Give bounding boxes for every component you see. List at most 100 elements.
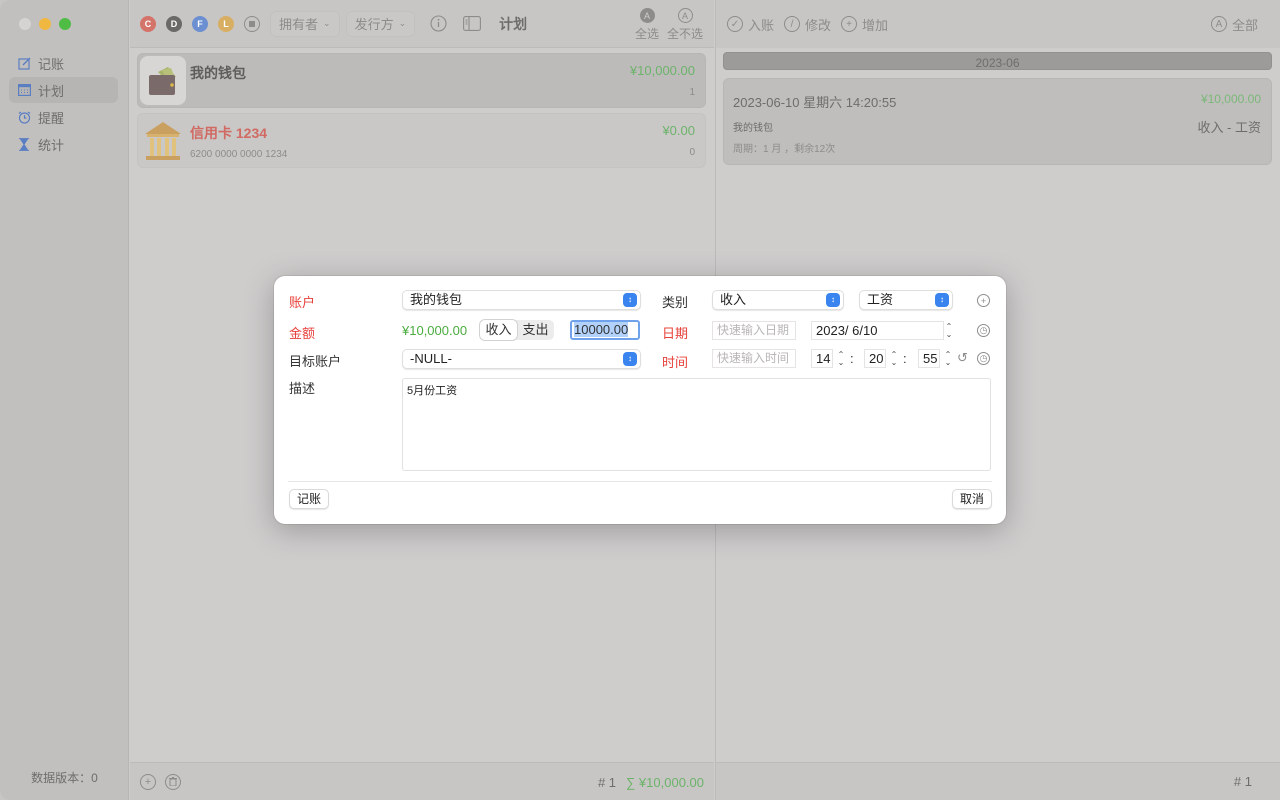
accounts-toolbar: C D F L 拥有者 ⌄ 发行方 ⌄ 计划 A 全选 A 全不选	[130, 0, 714, 48]
chevron-down-icon: ⌄	[398, 18, 407, 28]
amount-input[interactable]: 10000.00	[570, 320, 640, 340]
sidebar: 记账 计划 提醒 统计 数据版本：0	[0, 0, 129, 800]
sidebar-nav: 记账 计划 提醒 统计	[9, 50, 118, 158]
reset-time-icon[interactable]: ↺	[957, 350, 968, 366]
amount-label: 金额	[289, 326, 316, 341]
edit-icon	[17, 56, 31, 70]
record-period: 周期：1 月 ，剩余12次	[733, 144, 836, 155]
sidebar-item-plan[interactable]: 计划	[9, 77, 118, 103]
description-textarea[interactable]: 5月份工资	[402, 378, 991, 471]
data-version: 数据版本：0	[31, 771, 98, 785]
trash-icon[interactable]	[165, 773, 181, 790]
sidebar-item-reminder[interactable]: 提醒	[9, 104, 118, 130]
show-all-button[interactable]: A 全部	[1210, 15, 1258, 34]
date-field[interactable]: 2023/ 6/10	[811, 321, 944, 340]
quick-time-input[interactable]: 快速输入时间	[712, 349, 796, 368]
stop-icon	[249, 20, 255, 27]
category-sub-select[interactable]: 工资 ↕	[859, 290, 953, 310]
accounts-footer: + # 1 ∑ ¥10,000.00	[130, 762, 714, 800]
plan-edit-dialog: 账户 我的钱包 ↕ 类别 收入 ↕ 工资 ↕ + 金额 ¥10,000.00 收…	[274, 276, 1006, 524]
sidebar-toggle-icon[interactable]	[463, 15, 482, 33]
maximize-window-button[interactable]	[59, 18, 71, 30]
filter-l-button[interactable]: L	[218, 15, 234, 32]
date-stepper[interactable]: ⌃ ⌄	[944, 321, 954, 340]
close-window-button[interactable]	[19, 18, 31, 30]
hour-stepper[interactable]: ⌃ ⌄	[836, 349, 846, 368]
owner-dropdown[interactable]: 拥有者 ⌄	[270, 10, 340, 37]
target-account-value: -NULL-	[410, 351, 452, 366]
accounts-summary: # 1 ∑ ¥10,000.00	[598, 763, 704, 800]
post-label: 入账	[748, 17, 775, 33]
amount-display: ¥10,000.00	[402, 323, 468, 338]
cancel-button[interactable]: 取消	[951, 489, 992, 509]
month-header: 2023-06	[723, 52, 1272, 70]
select-none-icon: A	[677, 8, 693, 23]
select-all-label: 全选	[635, 27, 660, 41]
minimize-window-button[interactable]	[39, 18, 51, 30]
plus-icon: +	[841, 16, 858, 32]
sidebar-item-label: 提醒	[38, 110, 65, 126]
sidebar-item-bookkeeping[interactable]: 记账	[9, 50, 118, 76]
target-account-select[interactable]: -NULL- ↕	[402, 349, 641, 369]
add-button[interactable]: + 增加	[841, 15, 888, 34]
alarm-icon	[17, 110, 31, 124]
income-segment[interactable]: 收入	[480, 320, 517, 340]
stop-filter-button[interactable]	[244, 15, 260, 32]
updown-chevron-icon: ↕	[623, 352, 637, 366]
record-account: 我的钱包	[733, 123, 773, 134]
add-account-icon[interactable]: +	[140, 773, 156, 790]
record-category: 收入 - 工资	[1197, 120, 1261, 135]
issuer-dropdown-label: 发行方	[354, 17, 394, 32]
post-button[interactable]: ✓ 入账	[727, 15, 774, 34]
edit-button[interactable]: / 修改	[784, 15, 831, 34]
updown-chevron-icon: ↕	[826, 293, 840, 307]
account-name: 我的钱包	[190, 65, 246, 81]
clock-icon[interactable]: ◷	[977, 352, 990, 365]
issuer-dropdown[interactable]: 发行方 ⌄	[345, 10, 416, 37]
plans-footer: # 1	[716, 762, 1280, 800]
account-name: 信用卡 1234	[190, 125, 268, 141]
time-label: 时间	[662, 355, 689, 370]
second-stepper[interactable]: ⌃ ⌄	[943, 349, 953, 368]
select-all-button[interactable]: A 全选	[635, 8, 659, 42]
sidebar-item-label: 记账	[38, 56, 65, 72]
minute-stepper[interactable]: ⌃ ⌄	[889, 349, 899, 368]
plans-count: # 1	[1233, 774, 1252, 789]
record-amount: ¥10,000.00	[1200, 92, 1261, 106]
sidebar-item-statistics[interactable]: 统计	[9, 131, 118, 157]
description-label: 描述	[289, 381, 316, 396]
minute-field[interactable]: 20	[864, 349, 886, 368]
date-label: 日期	[662, 326, 689, 341]
submit-button[interactable]: 记账	[289, 489, 330, 509]
hourglass-icon	[17, 137, 31, 151]
account-row[interactable]: 信用卡 1234 6200 0000 0000 1234 ¥0.00 0	[137, 113, 706, 168]
quick-date-input[interactable]: 快速输入日期	[712, 321, 796, 340]
account-select-value: 我的钱包	[410, 292, 463, 307]
income-expense-toggle: 收入 支出	[480, 320, 554, 340]
account-row[interactable]: 我的钱包 ¥10,000.00 1	[137, 53, 706, 108]
filter-f-button[interactable]: F	[192, 15, 208, 32]
clock-icon[interactable]: ◷	[977, 324, 990, 337]
add-category-icon[interactable]: +	[977, 294, 990, 307]
info-icon[interactable]	[429, 15, 447, 33]
checkmark-icon: ✓	[727, 16, 743, 32]
owner-dropdown-label: 拥有者	[279, 17, 319, 32]
category-type-select[interactable]: 收入 ↕	[712, 290, 844, 310]
account-label: 账户	[289, 295, 316, 310]
filter-d-button[interactable]: D	[166, 15, 182, 32]
plan-record[interactable]: 2023-06-10 星期六 14:20:55 ¥10,000.00 我的钱包 …	[723, 78, 1272, 165]
calendar-icon	[17, 83, 31, 97]
time-separator: :	[850, 351, 854, 366]
select-none-button[interactable]: A 全不选	[667, 8, 703, 42]
bank-icon	[140, 116, 186, 165]
second-field[interactable]: 55	[918, 349, 940, 368]
accounts-count: # 1	[597, 774, 617, 790]
hour-field[interactable]: 14	[811, 349, 833, 368]
account-balance: ¥10,000.00	[629, 63, 695, 78]
amount-input-value: 10000.00	[574, 322, 629, 337]
filter-c-button[interactable]: C	[140, 15, 156, 32]
show-all-label: 全部	[1231, 17, 1258, 33]
expense-segment[interactable]: 支出	[517, 320, 554, 340]
updown-chevron-icon: ↕	[935, 293, 949, 307]
account-select[interactable]: 我的钱包 ↕	[402, 290, 641, 310]
